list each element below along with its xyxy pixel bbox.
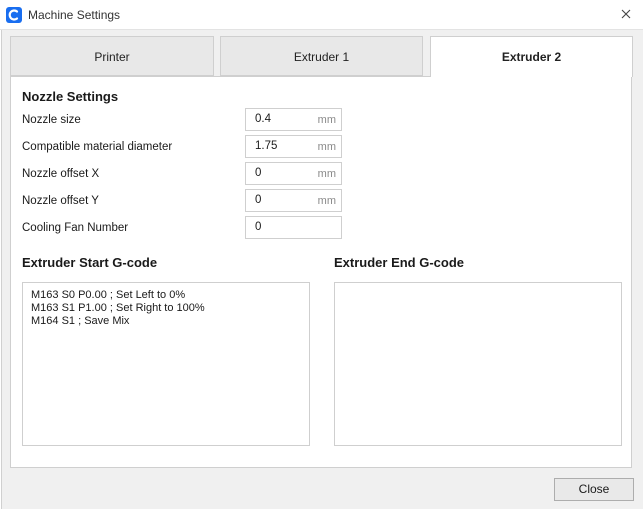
cooling-fan-number-label: Cooling Fan Number <box>22 222 129 234</box>
nozzle-offset-y-field[interactable]: 0 mm <box>245 189 342 212</box>
window-close-button[interactable] <box>612 4 640 26</box>
cura-logo-icon <box>6 7 22 23</box>
start-gcode-textarea[interactable]: M163 S0 P0.00 ; Set Left to 0% M163 S1 P… <box>22 282 310 446</box>
background-window-edge <box>0 0 2 509</box>
field-unit: mm <box>317 114 336 126</box>
close-button-label: Close <box>578 482 610 496</box>
close-icon[interactable] <box>612 4 640 26</box>
cooling-fan-number-field[interactable]: 0 <box>245 216 342 239</box>
field-unit: mm <box>317 195 336 207</box>
close-button[interactable]: Close <box>554 478 634 501</box>
gcode-line: M163 S1 P1.00 ; Set Right to 100% <box>31 302 205 314</box>
tab-extruder-2[interactable]: Extruder 2 <box>430 36 633 77</box>
material-diameter-label: Compatible material diameter <box>22 141 173 153</box>
field-unit: mm <box>317 141 336 153</box>
tab-extruder-1[interactable]: Extruder 1 <box>220 36 423 76</box>
field-value: 0 <box>255 221 262 233</box>
field-value: 0.4 <box>255 113 271 125</box>
start-gcode-heading: Extruder Start G-code <box>22 255 158 270</box>
cura-logo-glyph <box>8 9 19 21</box>
nozzle-offset-x-label: Nozzle offset X <box>22 168 100 180</box>
tab-label: Extruder 1 <box>293 50 350 64</box>
nozzle-offset-y-label: Nozzle offset Y <box>22 195 99 207</box>
field-value: 0 <box>255 194 262 206</box>
gcode-line: M163 S0 P0.00 ; Set Left to 0% <box>31 289 186 301</box>
nozzle-size-label: Nozzle size <box>22 114 81 126</box>
nozzle-settings-heading: Nozzle Settings <box>22 89 119 104</box>
nozzle-size-field[interactable]: 0.4 mm <box>245 108 342 131</box>
title-bar: Machine Settings <box>0 0 643 30</box>
window-title: Machine Settings <box>28 8 121 22</box>
gcode-line: M164 S1 ; Save Mix <box>31 315 130 327</box>
field-value: 1.75 <box>255 140 278 152</box>
nozzle-offset-x-field[interactable]: 0 mm <box>245 162 342 185</box>
field-unit: mm <box>317 168 336 180</box>
tab-printer[interactable]: Printer <box>10 36 214 76</box>
end-gcode-textarea[interactable] <box>334 282 622 446</box>
tab-label: Extruder 2 <box>501 50 562 64</box>
tab-label: Printer <box>94 50 130 64</box>
end-gcode-heading: Extruder End G-code <box>334 255 465 270</box>
field-value: 0 <box>255 167 262 179</box>
material-diameter-field[interactable]: 1.75 mm <box>245 135 342 158</box>
